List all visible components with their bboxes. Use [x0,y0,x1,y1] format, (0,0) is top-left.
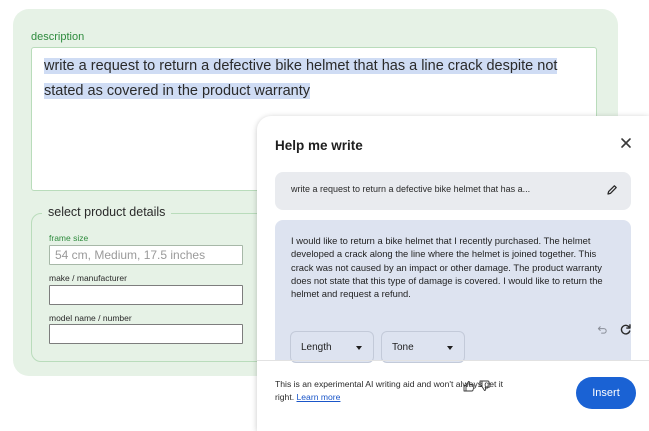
prompt-row[interactable]: write a request to return a defective bi… [275,172,631,210]
learn-more-link[interactable]: Learn more [297,392,341,402]
help-me-write-panel: Help me write write a request to return … [257,116,649,431]
refresh-icon[interactable] [619,323,632,336]
tone-dropdown[interactable]: Tone [381,331,465,363]
chevron-down-icon [356,346,362,350]
description-text: write a request to return a defective bi… [44,54,592,104]
prompt-text: write a request to return a defective bi… [291,184,531,194]
response-card: I would like to return a bike helmet tha… [275,220,632,363]
make-manufacturer-input[interactable] [49,285,243,305]
panel-title: Help me write [275,138,363,153]
product-details-legend: select product details [42,205,172,219]
chevron-down-icon [447,346,453,350]
description-label: description [31,31,85,43]
model-name-label: model name / number [49,313,132,323]
make-manufacturer-label: make / manufacturer [49,273,127,283]
model-name-input[interactable] [49,324,243,344]
undo-icon[interactable] [597,324,608,335]
frame-size-label: frame size [49,233,89,243]
description-selected-text: write a request to return a defective bi… [44,58,558,99]
response-text: I would like to return a bike helmet tha… [291,235,603,300]
insert-button[interactable]: Insert [576,377,636,409]
close-icon[interactable] [619,136,633,150]
pencil-icon[interactable] [605,183,619,197]
length-label: Length [301,342,332,353]
thumbs-down-icon[interactable] [479,380,491,392]
panel-divider [257,360,649,361]
thumbs-up-icon[interactable] [463,380,475,392]
frame-size-input[interactable]: 54 cm, Medium, 17.5 inches [49,245,243,265]
tone-label: Tone [392,342,414,353]
length-dropdown[interactable]: Length [290,331,374,363]
fieldset-top-border [191,213,261,214]
